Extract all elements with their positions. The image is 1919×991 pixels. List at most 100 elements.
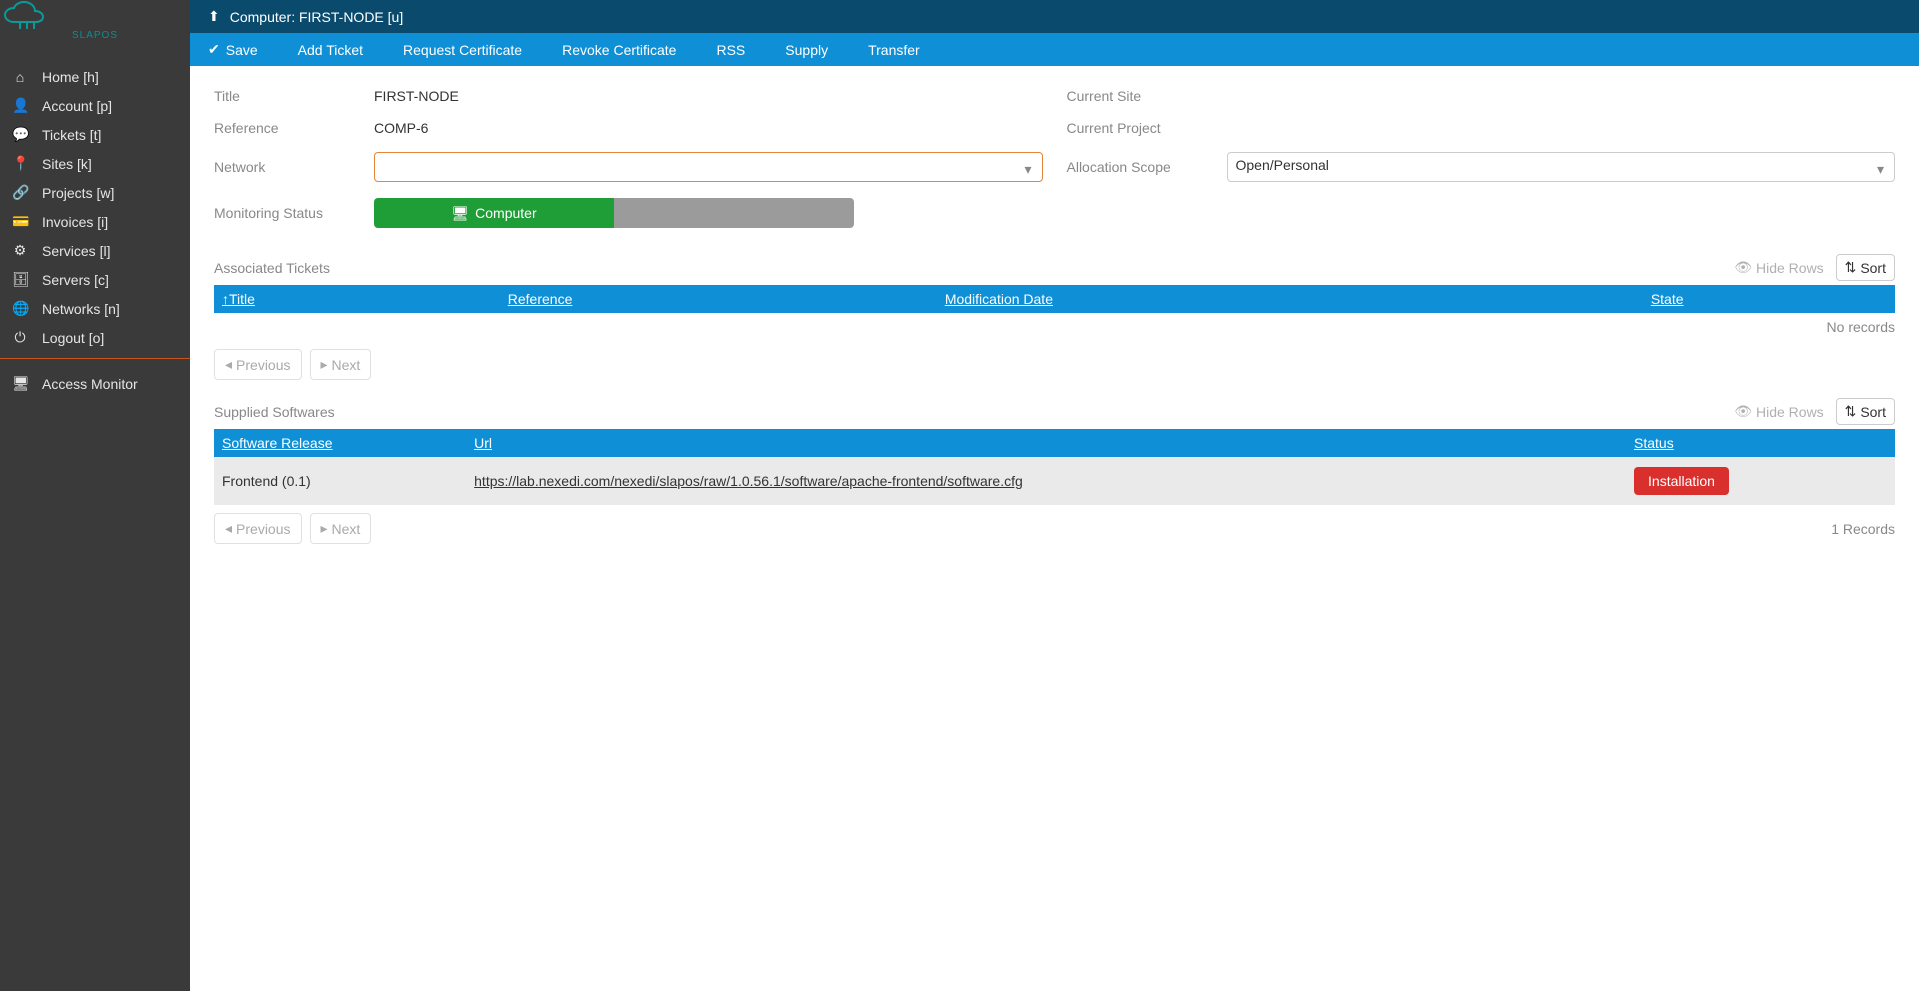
form-col-right: Current Site Current Project Allocation … (1067, 80, 1896, 236)
nav-separator (0, 358, 190, 359)
revoke-cert-button[interactable]: Revoke Certificate (562, 41, 676, 58)
desktop-icon: 🖥 (451, 205, 469, 222)
power-icon: ⏻ (12, 329, 28, 346)
softwares-next-button[interactable]: ▸Next (310, 513, 372, 544)
nav-item-home[interactable]: ⌂Home [h] (0, 63, 190, 91)
eye-icon: 👁 (1734, 259, 1752, 276)
upload-icon[interactable]: ⬆ (208, 8, 220, 25)
col-reference[interactable]: Reference (500, 285, 937, 313)
nav-label: Logout [o] (42, 330, 104, 346)
reference-value: COMP-6 (374, 120, 1043, 136)
nav-item-servers[interactable]: 🗄 Servers [c] (0, 265, 190, 294)
softwares-table: Software Release Url Status Frontend (0.… (214, 429, 1895, 505)
breadcrumb-text: Computer: FIRST-NODE [u] (230, 9, 403, 25)
card-icon: 💳 (12, 213, 28, 230)
transfer-button[interactable]: Transfer (868, 41, 920, 58)
nav-item-sites[interactable]: 📍 Sites [k] (0, 149, 190, 178)
tickets-section: Associated Tickets 👁Hide Rows ⇅Sort ↑Tit… (214, 254, 1895, 380)
cloud-icon (0, 0, 54, 30)
col-status[interactable]: Status (1626, 429, 1895, 457)
status-badge[interactable]: Installation (1634, 467, 1729, 495)
sidebar: SLAPOS ⌂Home [h] 👤 Account [p] 💬Tickets [… (0, 0, 190, 991)
home-icon: ⌂ (12, 69, 28, 85)
hide-rows-button[interactable]: 👁Hide Rows (1734, 403, 1823, 420)
nav-label: Sites [k] (42, 156, 92, 172)
col-software-release[interactable]: Software Release (214, 429, 466, 457)
title-label: Title (214, 88, 374, 104)
softwares-section: Supplied Softwares 👁Hide Rows ⇅Sort Soft… (214, 398, 1895, 544)
tickets-prev-button[interactable]: ◂Previous (214, 349, 302, 380)
network-label: Network (214, 159, 374, 175)
reference-label: Reference (214, 120, 374, 136)
caret-left-icon: ◂ (225, 520, 232, 537)
caret-right-icon: ▸ (321, 356, 328, 373)
caret-right-icon: ▸ (321, 520, 328, 537)
nav-item-projects[interactable]: 🔗Projects [w] (0, 178, 190, 207)
nav-label: Services [l] (42, 243, 110, 259)
allocation-scope-select[interactable]: Open/Personal ▾ (1227, 152, 1896, 182)
nav-label: Networks [n] (42, 301, 120, 317)
globe-icon: 🌐 (12, 300, 28, 317)
save-button[interactable]: ✔Save (208, 41, 258, 58)
cell-url: https://lab.nexedi.com/nexedi/slapos/raw… (466, 457, 1626, 505)
comments-icon: 💬 (12, 126, 28, 143)
nav-label: Account [p] (42, 98, 112, 114)
form-col-left: Title FIRST-NODE Reference COMP-6 Networ… (214, 80, 1043, 236)
col-modification[interactable]: Modification Date (937, 285, 1643, 313)
sort-button[interactable]: ⇅Sort (1836, 398, 1895, 425)
chevron-down-icon: ▾ (1024, 161, 1031, 178)
desktop-icon: 🖥 (12, 375, 28, 392)
sort-asc-icon: ↑ (222, 291, 229, 307)
nav-label: Projects [w] (42, 185, 114, 201)
softwares-pager: ◂Previous ▸Next 1 Records (214, 513, 1895, 544)
chevron-down-icon: ▾ (1877, 161, 1884, 178)
hide-rows-button[interactable]: 👁Hide Rows (1734, 259, 1823, 276)
caret-left-icon: ◂ (225, 356, 232, 373)
sort-button[interactable]: ⇅Sort (1836, 254, 1895, 281)
network-select[interactable]: ▾ (374, 152, 1043, 182)
tickets-no-records: No records (214, 313, 1895, 341)
breadcrumb: ⬆ Computer: FIRST-NODE [u] (190, 0, 1919, 33)
tickets-table: ↑Title Reference Modification Date State (214, 285, 1895, 313)
nav-item-networks[interactable]: 🌐 Networks [n] (0, 294, 190, 323)
monitor-empty-segment (614, 198, 854, 228)
add-ticket-button[interactable]: Add Ticket (298, 41, 363, 58)
nav-item-tickets[interactable]: 💬Tickets [t] (0, 120, 190, 149)
nav-item-services[interactable]: ⚙ Services [l] (0, 236, 190, 265)
software-url-link[interactable]: https://lab.nexedi.com/nexedi/slapos/raw… (474, 473, 1023, 489)
col-url[interactable]: Url (466, 429, 1626, 457)
col-state[interactable]: State (1643, 285, 1895, 313)
monitor-status-bar: 🖥 Computer (374, 198, 854, 228)
nav-label: Access Monitor (42, 376, 138, 392)
nav-item-monitor[interactable]: 🖥 Access Monitor (0, 369, 190, 398)
nav-item-invoices[interactable]: 💳 Invoices [i] (0, 207, 190, 236)
sort-icon: ⇅ (1845, 403, 1857, 420)
monitor-computer-segment[interactable]: 🖥 Computer (374, 198, 614, 228)
rss-button[interactable]: RSS (716, 41, 745, 58)
brand-label: SLAPOS (0, 30, 190, 41)
col-title[interactable]: ↑Title (214, 285, 500, 313)
current-site-label: Current Site (1067, 88, 1227, 104)
check-icon: ✔ (208, 41, 220, 58)
tickets-title: Associated Tickets (214, 260, 330, 276)
supply-button[interactable]: Supply (785, 41, 828, 58)
nav-list-secondary: 🖥 Access Monitor (0, 365, 190, 398)
nav-label: Servers [c] (42, 272, 109, 288)
request-cert-button[interactable]: Request Certificate (403, 41, 522, 58)
user-icon: 👤 (12, 97, 28, 114)
sort-icon: ⇅ (1845, 259, 1857, 276)
main: ⬆ Computer: FIRST-NODE [u] ✔Save Add Tic… (190, 0, 1919, 991)
cogs-icon: ⚙ (12, 242, 28, 259)
nav-label: Invoices [i] (42, 214, 108, 230)
allocation-scope-label: Allocation Scope (1067, 159, 1227, 175)
softwares-prev-button[interactable]: ◂Previous (214, 513, 302, 544)
nav-list: ⌂Home [h] 👤 Account [p] 💬Tickets [t] 📍 Sit… (0, 49, 190, 352)
softwares-title: Supplied Softwares (214, 404, 335, 420)
cell-status: Installation (1626, 457, 1895, 505)
nav-item-account[interactable]: 👤 Account [p] (0, 91, 190, 120)
db-icon: 🗄 (12, 271, 28, 288)
nav-item-logout[interactable]: ⏻ Logout [o] (0, 323, 190, 352)
tickets-next-button[interactable]: ▸Next (310, 349, 372, 380)
table-row[interactable]: Frontend (0.1) https://lab.nexedi.com/ne… (214, 457, 1895, 505)
marker-icon: 📍 (12, 155, 28, 172)
